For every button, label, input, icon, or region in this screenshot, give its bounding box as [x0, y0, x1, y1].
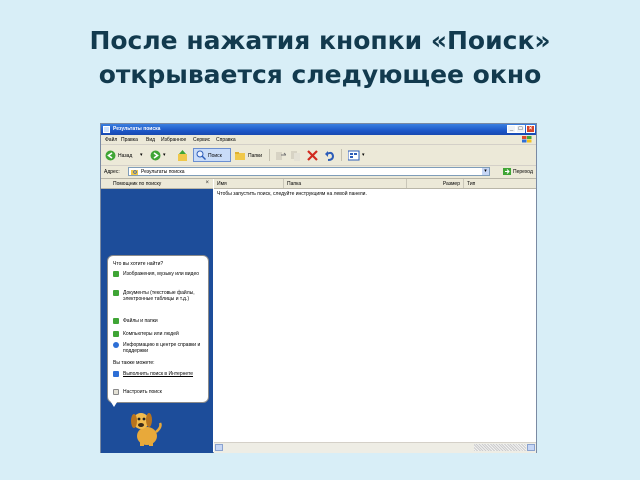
toolbar: Назад ▾ ▾ Поиск Папки ▾	[101, 145, 536, 166]
go-arrow-icon	[503, 168, 511, 175]
pane-close-icon[interactable]: ×	[205, 180, 209, 186]
back-icon[interactable]	[105, 150, 116, 161]
address-input[interactable]: Результаты поиска ▾	[128, 167, 490, 176]
also-label: Вы также можете:	[113, 360, 155, 366]
search-pane-header: Помощник по поиску ×	[101, 179, 213, 189]
close-button[interactable]: ×	[526, 125, 535, 133]
option-label: Компьютеры или людей	[123, 331, 179, 337]
option-label: Изображения, музыку или видео	[123, 271, 200, 277]
copy-to-icon[interactable]	[291, 150, 301, 161]
search-pane-title: Помощник по поиску	[113, 181, 162, 187]
link-label: Выполнить поиск в Интернете	[123, 371, 194, 377]
help-icon	[113, 342, 119, 348]
column-size[interactable]: Размер	[407, 179, 464, 188]
minimize-button[interactable]: _	[507, 125, 516, 133]
address-bar: Адрес: Результаты поиска ▾ Переход	[101, 166, 536, 179]
option-label: Документы (текстовые файлы, электронные …	[123, 290, 195, 302]
toolbar-separator	[341, 149, 342, 161]
scroll-right-icon[interactable]	[527, 444, 535, 451]
slide-title: После нажатия кнопки «Поиск» открывается…	[89, 26, 551, 89]
folders-button-label[interactable]: Папки	[248, 153, 262, 159]
column-name[interactable]: Имя	[214, 179, 284, 188]
search-assistant-bubble: Что вы хотите найти? Изображения, музыку…	[107, 255, 209, 403]
search-dog-icon[interactable]	[129, 407, 163, 447]
horizontal-scrollbar[interactable]	[214, 442, 536, 453]
settings-icon	[113, 389, 119, 395]
globe-icon	[113, 371, 119, 377]
delete-icon[interactable]	[307, 150, 318, 161]
back-button-label[interactable]: Назад	[118, 153, 132, 159]
arrow-icon	[113, 331, 119, 337]
up-folder-icon[interactable]	[178, 150, 187, 161]
search-folder-icon	[131, 170, 138, 175]
move-to-icon[interactable]	[276, 150, 286, 161]
window-titlebar[interactable]: Результаты поиска _ □ ×	[101, 124, 536, 135]
views-dropdown-icon[interactable]: ▾	[362, 152, 365, 158]
menu-edit[interactable]: Правка	[121, 137, 138, 143]
option-documents[interactable]: Документы (текстовые файлы, электронные …	[113, 290, 205, 310]
menu-view[interactable]: Вид	[146, 137, 155, 143]
search-results-window: Результаты поиска _ □ × Файл Правка Вид …	[100, 123, 537, 453]
search-companion-pane: Помощник по поиску × Что вы хотите найти…	[101, 179, 213, 453]
address-value: Результаты поиска	[141, 169, 185, 175]
search-question: Что вы хотите найти?	[113, 261, 164, 267]
search-button-label: Поиск	[208, 153, 222, 159]
menu-file[interactable]: Файл	[105, 137, 117, 143]
menu-bar: Файл Правка Вид Избранное Сервис Справка	[101, 135, 536, 145]
forward-icon[interactable]	[150, 150, 161, 161]
go-button-label: Переход	[513, 169, 533, 175]
search-button[interactable]: Поиск	[193, 148, 231, 162]
arrow-icon	[113, 318, 119, 324]
search-icon	[196, 150, 206, 160]
maximize-button[interactable]: □	[516, 125, 525, 133]
column-type[interactable]: Тип	[464, 179, 536, 188]
address-dropdown-icon[interactable]: ▾	[482, 168, 489, 175]
undo-icon[interactable]	[324, 150, 335, 161]
column-folder[interactable]: Папка	[284, 179, 407, 188]
window-title: Результаты поиска	[113, 126, 161, 132]
forward-dropdown-icon[interactable]: ▾	[163, 152, 166, 158]
views-icon[interactable]	[348, 150, 360, 161]
option-files-folders[interactable]: Файлы и папки	[113, 318, 205, 326]
option-computers-people[interactable]: Компьютеры или людей	[113, 331, 205, 339]
link-label: Настроить поиск	[123, 389, 162, 395]
option-label: Информацию в центре справки и поддержки	[123, 342, 201, 354]
arrow-icon	[113, 290, 119, 296]
option-help-support[interactable]: Информацию в центре справки и поддержки	[113, 342, 205, 356]
menu-help[interactable]: Справка	[216, 137, 236, 143]
folders-icon[interactable]	[235, 150, 246, 161]
results-message: Чтобы запустить поиск, следуйте инструкц…	[217, 191, 367, 197]
menu-tools[interactable]: Сервис	[193, 137, 210, 143]
option-pictures-music-video[interactable]: Изображения, музыку или видео	[113, 271, 205, 285]
search-folder-icon	[103, 126, 110, 133]
option-label: Файлы и папки	[123, 318, 158, 324]
link-change-preferences[interactable]: Настроить поиск	[113, 389, 205, 397]
results-header: Имя Папка Размер Тип	[214, 179, 536, 189]
windows-logo-icon	[522, 136, 532, 143]
menu-favorites[interactable]: Избранное	[161, 137, 186, 143]
address-label: Адрес:	[104, 169, 120, 175]
bubble-tail	[109, 399, 119, 407]
back-dropdown-icon[interactable]: ▾	[140, 152, 143, 158]
resize-grip[interactable]	[474, 444, 526, 451]
link-search-internet[interactable]: Выполнить поиск в Интернете	[113, 371, 205, 385]
go-button[interactable]: Переход	[503, 167, 533, 176]
arrow-icon	[113, 271, 119, 277]
toolbar-separator	[269, 149, 270, 161]
scroll-left-icon[interactable]	[215, 444, 223, 451]
